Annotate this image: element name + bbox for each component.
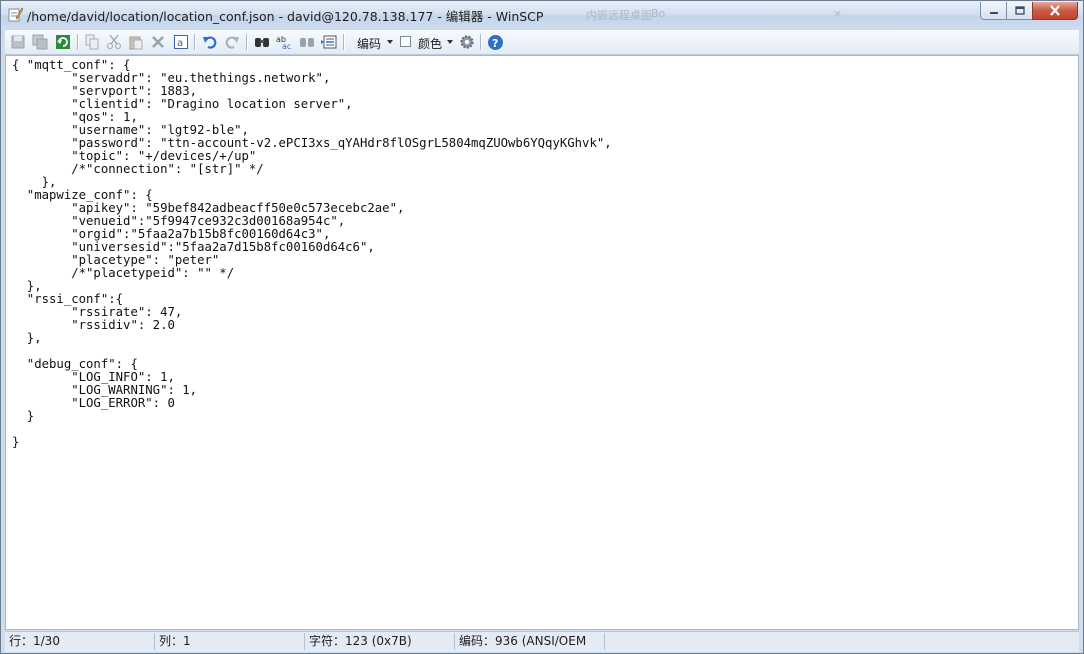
- editor-toolbar: a ab ac 编码 颜色 ?: [5, 30, 1079, 55]
- text-editor-area[interactable]: { "mqtt_conf": { "servaddr": "eu.thethin…: [5, 55, 1079, 630]
- find-next-icon[interactable]: [298, 33, 316, 51]
- code-line[interactable]: }: [12, 436, 612, 449]
- color-dropdown-icon[interactable]: [445, 33, 455, 51]
- code-line[interactable]: [12, 423, 612, 436]
- toolbar-separator: [77, 34, 79, 50]
- color-menu[interactable]: 颜色: [418, 35, 442, 52]
- close-icon: [1050, 5, 1060, 16]
- background-tab-ghost-text: 内嵌远程桌面: [586, 9, 652, 22]
- title-bar[interactable]: /home/david/location/location_conf.json …: [1, 1, 1083, 29]
- svg-text:?: ?: [492, 37, 498, 50]
- status-character: 字符：123 (0x7B): [305, 633, 455, 650]
- toolbar-separator: [480, 34, 482, 50]
- settings-icon[interactable]: [458, 33, 476, 51]
- toolbar-separator: [194, 34, 196, 50]
- status-bar: 行：1/30 列：1 字符：123 (0x7B) 编码：936 (ANSI/OE…: [5, 631, 1079, 652]
- svg-text:ac: ac: [282, 42, 291, 50]
- toolbar-separator: [246, 34, 248, 50]
- replace-icon[interactable]: ab ac: [275, 33, 293, 51]
- code-line[interactable]: },: [12, 332, 612, 345]
- save-all-icon[interactable]: [31, 33, 49, 51]
- encoding-dropdown-icon[interactable]: [385, 33, 395, 51]
- code-line[interactable]: /*"placetypeid": "" */: [12, 267, 612, 280]
- encoding-menu[interactable]: 编码: [357, 35, 381, 52]
- background-tab-ghost-text: Bo: [651, 7, 666, 20]
- go-to-line-icon[interactable]: [320, 33, 338, 51]
- code-line[interactable]: "rssidiv": 2.0: [12, 319, 612, 332]
- code-line[interactable]: "LOG_ERROR": 0: [12, 397, 612, 410]
- paste-icon[interactable]: [127, 33, 145, 51]
- find-icon[interactable]: [253, 33, 271, 51]
- help-icon[interactable]: ?: [486, 33, 504, 51]
- maximize-button[interactable]: [1006, 2, 1033, 20]
- status-column: 列：1: [155, 633, 305, 650]
- winscp-editor-window: /home/david/location/location_conf.json …: [0, 0, 1084, 654]
- close-button[interactable]: [1032, 2, 1078, 20]
- maximize-icon: [1014, 6, 1025, 15]
- save-icon[interactable]: [9, 33, 27, 51]
- select-all-icon[interactable]: a: [172, 33, 190, 51]
- cut-icon[interactable]: [105, 33, 123, 51]
- redo-icon[interactable]: [223, 33, 241, 51]
- copy-icon[interactable]: [83, 33, 101, 51]
- status-encoding: 编码：936 (ANSI/OEM: [455, 633, 605, 650]
- minimize-icon: [989, 11, 998, 14]
- undo-icon[interactable]: [201, 33, 219, 51]
- code-line[interactable]: /*"connection": "[str]" */: [12, 163, 612, 176]
- code-line[interactable]: }: [12, 410, 612, 423]
- status-line: 行：1/30: [5, 633, 155, 650]
- window-title: /home/david/location/location_conf.json …: [27, 9, 544, 24]
- svg-text:a: a: [177, 38, 183, 49]
- reload-icon[interactable]: [54, 33, 72, 51]
- delete-icon[interactable]: [149, 33, 167, 51]
- editor-app-icon: [7, 6, 24, 22]
- file-content[interactable]: { "mqtt_conf": { "servaddr": "eu.thethin…: [12, 59, 612, 449]
- background-tab-ghost-close: ×: [833, 7, 843, 20]
- toolbar-separator: [343, 34, 345, 50]
- color-checkbox[interactable]: [400, 36, 411, 47]
- minimize-button[interactable]: [980, 2, 1007, 20]
